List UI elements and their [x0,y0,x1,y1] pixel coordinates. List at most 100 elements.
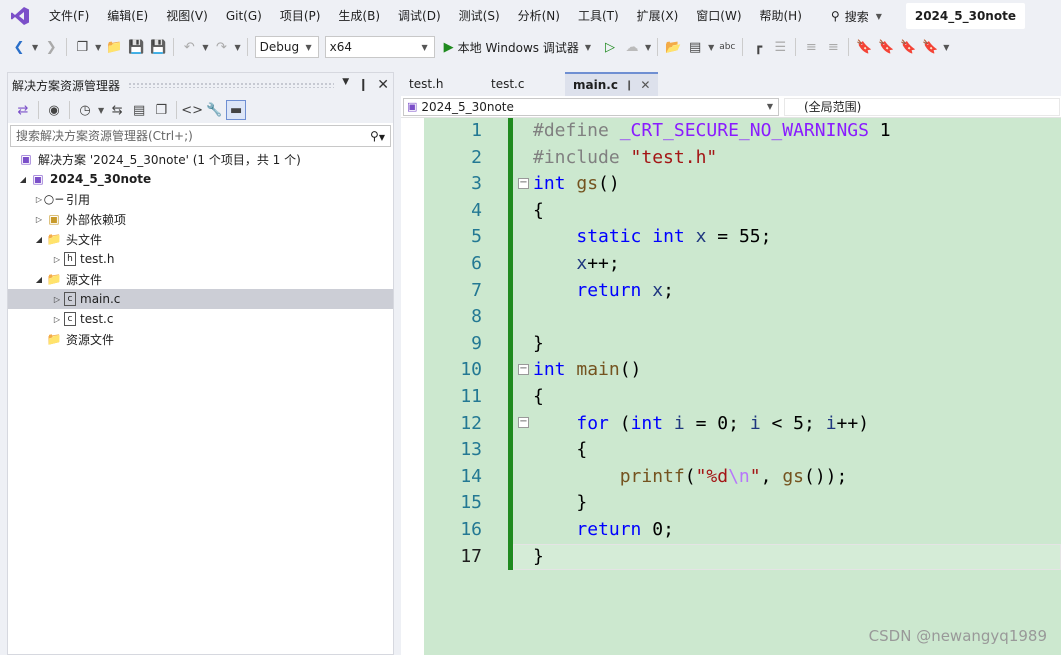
code-token: i [825,412,837,434]
redo-dropdown-icon[interactable]: ▼ [234,43,240,52]
menu-extensions[interactable]: 扩展(X) [628,0,688,32]
collapsed-arrow-icon[interactable]: ▷ [32,215,46,224]
tree-item-test-h[interactable]: ▷ h test.h [8,249,393,269]
save-all-icon[interactable]: 💾 [148,37,168,57]
code-line: int gs() [533,171,620,198]
menu-help[interactable]: 帮助(H) [751,0,811,32]
menu-git[interactable]: Git(G) [217,0,271,32]
menu-build[interactable]: 生成(B) [329,0,389,32]
new-project-dropdown-icon[interactable]: ▼ [95,43,101,52]
sync-icon[interactable]: ⇆ [107,100,127,120]
toolbar-divider [176,101,178,119]
collapsed-arrow-icon[interactable]: ▷ [50,295,64,304]
tree-item-resource-files[interactable]: 📁 资源文件 [8,329,393,349]
back-dropdown-icon[interactable]: ▼ [32,43,38,52]
spell-check-icon[interactable]: abc [717,37,737,57]
toolbar-overflow-icon[interactable]: ▼ [943,43,949,52]
tree-item-header-files[interactable]: ◢ 📁 头文件 [8,229,393,249]
pin-icon[interactable]: ❙ [625,80,633,91]
pending-changes-dropdown-icon[interactable]: ▼ [98,106,104,115]
tree-item-label: 源文件 [66,272,103,287]
prev-bookmark-icon[interactable]: 🔖 [876,37,896,57]
menu-analyze[interactable]: 分析(N) [509,0,569,32]
menu-view[interactable]: 视图(V) [157,0,217,32]
close-icon[interactable]: ✕ [377,77,389,93]
search-button[interactable]: ⚲ 搜索 ▼ [823,0,892,32]
start-without-debugging-icon[interactable]: ▷ [600,37,620,57]
menu-test[interactable]: 测试(S) [450,0,509,32]
tree-item-test-c[interactable]: ▷ c test.c [8,309,393,329]
menu-file[interactable]: 文件(F) [40,0,98,32]
undo-icon[interactable]: ↶ [179,37,199,57]
pin-icon[interactable]: ❙ [358,77,368,93]
new-project-icon[interactable]: ❐ [72,37,92,57]
configuration-select[interactable]: Debug ▼ [254,36,319,58]
hot-reload-icon[interactable]: ☁ [622,37,642,57]
line-number: 3 [471,173,482,195]
collapse-toggle-icon[interactable]: − [518,417,529,428]
solution-search-field[interactable]: ⚲▼ [10,125,391,147]
tree-item-main-c[interactable]: ▷ c main.c [8,289,393,309]
solution-search-input[interactable] [16,129,346,143]
project-select[interactable]: ▣ 2024_5_30note ▼ [403,97,779,116]
save-icon[interactable]: 💾 [126,37,146,57]
comment-icon[interactable]: ≡ [801,37,821,57]
pending-changes-icon[interactable]: ◷ [75,100,95,120]
collapse-toggle-icon[interactable]: − [518,178,529,189]
tree-item-references[interactable]: ▷ ○− 引用 [8,189,393,209]
search-icon[interactable]: ⚲▼ [370,129,385,143]
code-area[interactable]: 1 2 3 4 5 6 7 8 9 10 11 12 13 14 15 16 1… [401,118,1061,655]
undo-dropdown-icon[interactable]: ▼ [202,43,208,52]
collapse-all-icon[interactable]: ▤ [129,100,149,120]
show-all-files-icon[interactable]: ❐ [151,100,171,120]
visual-studio-logo-icon[interactable] [0,0,40,32]
step-icon[interactable]: ┏ [748,37,768,57]
tree-item-solution[interactable]: ▣ 解决方案 '2024_5_30note' (1 个项目，共 1 个) [8,149,393,169]
breakpoint-icon[interactable]: ☰ [770,37,790,57]
properties-wrench-icon[interactable]: 🔧 [204,100,224,120]
preview-selected-icon[interactable]: ▬ [226,100,247,120]
scope-select[interactable]: (全局范围) [784,97,1060,116]
menu-tools[interactable]: 工具(T) [569,0,628,32]
menu-project[interactable]: 项目(P) [271,0,330,32]
layout-dropdown-icon[interactable]: ▼ [708,43,714,52]
tab-test-h[interactable]: test.h [401,72,483,96]
close-icon[interactable]: ✕ [640,78,650,92]
collapsed-arrow-icon[interactable]: ▷ [50,255,64,264]
play-icon: ▶ [443,39,454,55]
switch-views-icon[interactable]: ⇄ [13,100,33,120]
menu-debug[interactable]: 调试(D) [389,0,450,32]
clear-bookmarks-icon[interactable]: 🔖 [920,37,940,57]
collapsed-arrow-icon[interactable]: ▷ [50,315,64,324]
globe-icon[interactable]: ◉ [44,100,64,120]
expanded-arrow-icon[interactable]: ◢ [32,235,46,244]
chevron-down-icon: ▼ [766,102,773,111]
forward-icon[interactable]: ❯ [41,37,61,57]
collapse-toggle-icon[interactable]: − [518,364,529,375]
header-file-icon: h [64,252,76,266]
layout-icon[interactable]: ▤ [685,37,705,57]
editor-surface [424,118,1061,655]
open-folder-icon[interactable]: 📁 [104,37,124,57]
menu-window[interactable]: 窗口(W) [687,0,750,32]
platform-select[interactable]: x64 ▼ [324,36,435,58]
view-code-icon[interactable]: <> [181,100,203,120]
uncomment-icon[interactable]: ≡ [823,37,843,57]
tree-item-source-files[interactable]: ◢ 📁 源文件 [8,269,393,289]
panel-grip[interactable] [128,82,335,88]
hot-reload-dropdown-icon[interactable]: ▼ [645,43,651,52]
bookmark-icon[interactable]: 🔖 [854,37,874,57]
tab-main-c[interactable]: main.c ❙ ✕ [565,72,659,96]
start-debugging-button[interactable]: ▶ 本地 Windows 调试器 ▼ [438,39,599,56]
panel-options-icon[interactable]: ▼ [342,77,349,93]
browse-folder-icon[interactable]: 📂 [663,37,683,57]
tree-item-project[interactable]: ◢ ▣ 2024_5_30note [8,169,393,189]
back-icon[interactable]: ❮ [9,37,29,57]
tree-item-external-deps[interactable]: ▷ ▣ 外部依赖项 [8,209,393,229]
next-bookmark-icon[interactable]: 🔖 [898,37,918,57]
redo-icon[interactable]: ↷ [211,37,231,57]
expanded-arrow-icon[interactable]: ◢ [32,275,46,284]
tab-test-c[interactable]: test.c [483,72,565,96]
menu-edit[interactable]: 编辑(E) [98,0,157,32]
expanded-arrow-icon[interactable]: ◢ [16,175,30,184]
